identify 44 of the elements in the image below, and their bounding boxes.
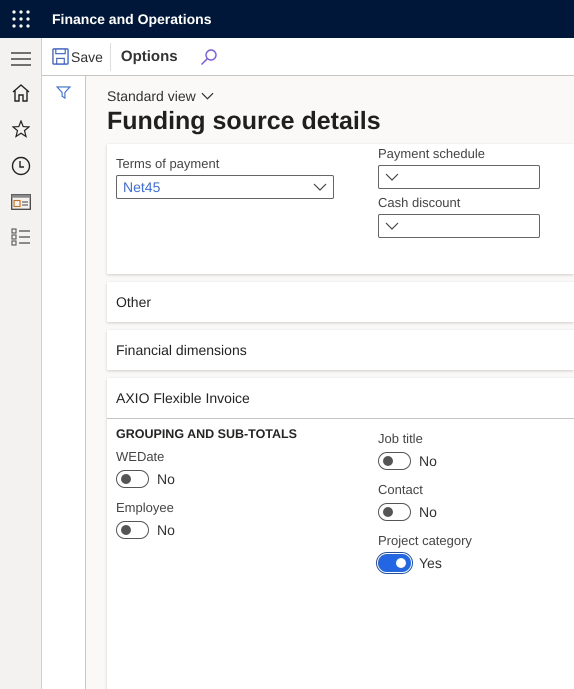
toggle-switch[interactable]	[116, 470, 149, 488]
dropdown-field[interactable]	[378, 165, 540, 189]
toggle-value: No	[419, 453, 437, 469]
toggle-switch[interactable]	[116, 521, 149, 539]
toggle-switch[interactable]	[378, 554, 411, 572]
field-label: Payment schedule	[378, 146, 486, 161]
toggle-switch[interactable]	[378, 452, 411, 470]
filter-icon[interactable]	[56, 86, 71, 99]
dropdown-field[interactable]	[378, 214, 540, 238]
toggle-value: No	[157, 471, 175, 487]
field-label: Terms of payment	[116, 156, 220, 171]
app-title: Finance and Operations	[52, 11, 212, 27]
field-label: Employee	[116, 500, 175, 515]
app-launcher-icon[interactable]	[12, 10, 30, 28]
menu-icon[interactable]	[10, 52, 30, 66]
field-label: Project category	[378, 533, 472, 548]
save-button[interactable]: Save	[52, 48, 103, 65]
page-title: Funding source details	[107, 107, 382, 136]
toggle-switch[interactable]	[378, 503, 411, 521]
dropdown-field[interactable]: Net45	[116, 175, 334, 199]
fasttab-header[interactable]: AXIO Flexible Invoice	[107, 378, 574, 419]
field-label: Contact	[378, 482, 424, 497]
fasttab-header[interactable]: Financial dimensions	[107, 330, 574, 370]
field-label: WEDate	[116, 449, 166, 464]
clock-icon[interactable]	[10, 156, 30, 176]
list-icon[interactable]	[10, 228, 30, 246]
field-label: Cash discount	[378, 195, 462, 210]
workspace-icon[interactable]	[10, 194, 30, 210]
chevron-down-icon	[200, 92, 214, 100]
star-icon[interactable]	[12, 120, 30, 138]
view-selector[interactable]: Standard view	[107, 88, 214, 104]
chevron-down-icon	[313, 183, 327, 191]
search-icon[interactable]	[200, 48, 218, 66]
save-icon	[52, 48, 69, 65]
chevron-down-icon	[385, 173, 399, 181]
fasttab-header[interactable]: Other	[107, 282, 574, 322]
group-heading: GROUPING AND SUB-TOTALS	[116, 427, 298, 441]
toggle-value: Yes	[419, 555, 442, 571]
chevron-down-icon	[385, 222, 399, 230]
toggle-value: No	[157, 522, 175, 538]
home-icon[interactable]	[12, 84, 30, 102]
field-label: Job title	[378, 431, 424, 446]
toggle-value: No	[419, 504, 437, 520]
options-button[interactable]: Options	[120, 48, 178, 65]
